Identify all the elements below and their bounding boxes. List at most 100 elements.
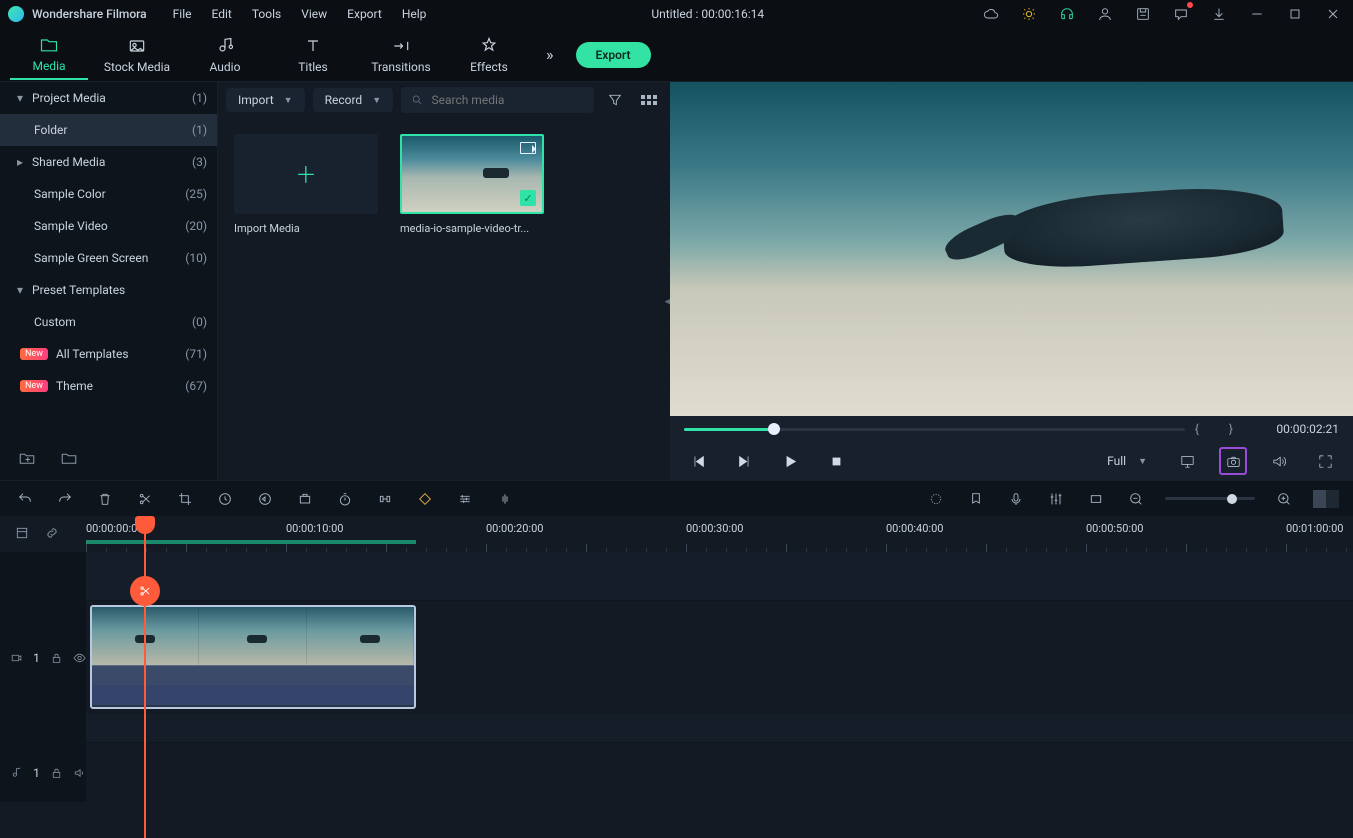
manage-tracks-icon[interactable] xyxy=(14,525,30,544)
sidebar-shared-media[interactable]: ▸ Shared Media (3) xyxy=(0,146,217,178)
sidebar-preset-templates[interactable]: ▾ Preset Templates xyxy=(0,274,217,306)
next-frame-button[interactable] xyxy=(730,447,758,475)
reverse-button[interactable] xyxy=(254,488,276,510)
keyframe-button[interactable] xyxy=(414,488,436,510)
auto-ripple-button[interactable] xyxy=(374,488,396,510)
render-button[interactable] xyxy=(925,488,947,510)
lock-icon[interactable] xyxy=(50,766,63,780)
split-button[interactable] xyxy=(134,488,156,510)
crop-button[interactable] xyxy=(174,488,196,510)
mixer-button[interactable] xyxy=(1045,488,1067,510)
zoom-in-button[interactable] xyxy=(1273,488,1295,510)
timeline-ruler[interactable]: 00:00:00:0000:00:10:0000:00:20:0000:00:3… xyxy=(86,516,1353,552)
menu-view[interactable]: View xyxy=(291,7,337,21)
sidebar-sample-color[interactable]: Sample Color (25) xyxy=(0,178,217,210)
sidebar-custom[interactable]: Custom (0) xyxy=(0,306,217,338)
tab-stock-label: Stock Media xyxy=(104,60,170,74)
media-clip-tile[interactable]: ✓ media-io-sample-video-tr... xyxy=(400,134,544,235)
quality-label: Full xyxy=(1107,454,1126,468)
sidebar-sample-green[interactable]: Sample Green Screen (10) xyxy=(0,242,217,274)
search-media[interactable] xyxy=(401,87,594,113)
tab-media-label: Media xyxy=(32,59,65,73)
tab-titles[interactable]: Titles xyxy=(274,30,352,80)
aspect-button[interactable] xyxy=(1085,488,1107,510)
preview-canvas[interactable] xyxy=(670,82,1353,416)
sidebar-label: Sample Green Screen xyxy=(34,251,148,265)
lock-icon[interactable] xyxy=(50,651,63,665)
support-icon[interactable] xyxy=(1055,2,1079,26)
tab-transitions[interactable]: Transitions xyxy=(362,30,440,80)
speed-button[interactable] xyxy=(214,488,236,510)
link-icon[interactable] xyxy=(44,525,60,544)
playhead[interactable] xyxy=(144,516,146,838)
quality-dropdown[interactable]: Full▼ xyxy=(1099,450,1155,472)
adjust-button[interactable] xyxy=(454,488,476,510)
account-icon[interactable] xyxy=(1093,2,1117,26)
menu-edit[interactable]: Edit xyxy=(202,7,242,21)
cloud-icon[interactable] xyxy=(979,2,1003,26)
marker-button[interactable] xyxy=(965,488,987,510)
message-icon[interactable] xyxy=(1169,2,1193,26)
download-icon[interactable] xyxy=(1207,2,1231,26)
maximize-icon[interactable] xyxy=(1283,2,1307,26)
preview-panel: { } 00:00:02:21 Full▼ xyxy=(670,82,1353,480)
grid-view-icon[interactable] xyxy=(636,87,662,113)
snapshot-button[interactable] xyxy=(1219,447,1247,475)
new-folder-icon[interactable] xyxy=(18,449,36,470)
freeze-frame-button[interactable] xyxy=(294,488,316,510)
import-media-tile[interactable]: + Import Media xyxy=(234,134,378,235)
tab-effects[interactable]: Effects xyxy=(450,30,528,80)
close-icon[interactable] xyxy=(1321,2,1345,26)
zoom-slider[interactable] xyxy=(1165,497,1255,500)
tips-icon[interactable] xyxy=(1017,2,1041,26)
sidebar-theme[interactable]: New Theme (67) xyxy=(0,370,217,402)
fullscreen-icon[interactable] xyxy=(1311,447,1339,475)
display-icon[interactable] xyxy=(1173,447,1201,475)
track-thumb-toggle[interactable] xyxy=(1313,490,1339,508)
save-icon[interactable] xyxy=(1131,2,1155,26)
title-bar: Wondershare Filmora File Edit Tools View… xyxy=(0,0,1353,28)
menu-export[interactable]: Export xyxy=(337,7,392,21)
more-tabs-icon[interactable]: » xyxy=(546,45,554,64)
sidebar-label: Sample Video xyxy=(34,219,108,233)
import-dropdown[interactable]: Import▼ xyxy=(226,88,305,112)
cut-at-playhead-icon[interactable] xyxy=(130,576,160,606)
sidebar-sample-video[interactable]: Sample Video (20) xyxy=(0,210,217,242)
sidebar-project-media[interactable]: ▾ Project Media (1) xyxy=(0,82,217,114)
tab-media[interactable]: Media xyxy=(10,30,88,80)
duration-button[interactable] xyxy=(334,488,356,510)
stop-button[interactable] xyxy=(822,447,850,475)
visibility-icon[interactable] xyxy=(73,651,86,665)
tab-stock-media[interactable]: Stock Media xyxy=(98,30,176,80)
media-sidebar: ▾ Project Media (1) Folder (1) ▸ Shared … xyxy=(0,82,218,480)
folder-icon[interactable] xyxy=(60,449,78,470)
timeline-clip[interactable]: ▶media-io-sample-video-travel xyxy=(90,605,416,709)
menu-file[interactable]: File xyxy=(163,7,202,21)
record-dropdown[interactable]: Record▼ xyxy=(313,88,394,112)
mark-brackets[interactable]: { } xyxy=(1195,422,1241,436)
prev-frame-button[interactable] xyxy=(684,447,712,475)
zoom-out-button[interactable] xyxy=(1125,488,1147,510)
audio-stretch-button[interactable] xyxy=(494,488,516,510)
menu-help[interactable]: Help xyxy=(392,7,437,21)
sidebar-folder[interactable]: Folder (1) xyxy=(0,114,217,146)
record-vo-button[interactable] xyxy=(1005,488,1027,510)
sidebar-label: Preset Templates xyxy=(32,283,125,297)
mute-icon[interactable] xyxy=(73,766,86,780)
volume-icon[interactable] xyxy=(1265,447,1293,475)
chevron-down-icon: ▼ xyxy=(372,95,381,106)
sidebar-all-templates[interactable]: New All Templates (71) xyxy=(0,338,217,370)
search-input[interactable] xyxy=(431,93,584,107)
scrub-slider[interactable] xyxy=(684,428,1185,431)
sidebar-count: (1) xyxy=(192,123,207,137)
minimize-icon[interactable] xyxy=(1245,2,1269,26)
undo-button[interactable] xyxy=(14,488,36,510)
import-media-label: Import Media xyxy=(234,222,378,235)
tab-audio[interactable]: Audio xyxy=(186,30,264,80)
export-button[interactable]: Export xyxy=(576,42,651,68)
redo-button[interactable] xyxy=(54,488,76,510)
filter-icon[interactable] xyxy=(602,87,628,113)
menu-tools[interactable]: Tools xyxy=(242,7,291,21)
play-button[interactable] xyxy=(776,447,804,475)
delete-button[interactable] xyxy=(94,488,116,510)
